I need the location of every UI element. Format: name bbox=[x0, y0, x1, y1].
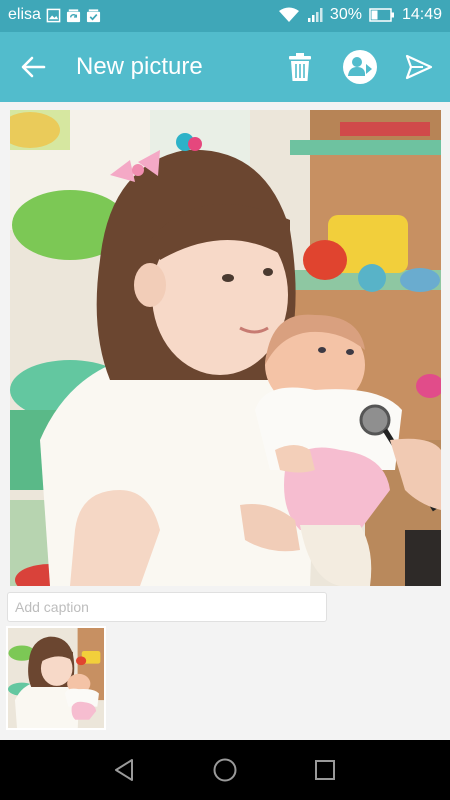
checkbox-icon bbox=[86, 8, 100, 22]
nav-back-button[interactable] bbox=[110, 756, 140, 784]
battery-percent: 30% bbox=[329, 6, 362, 23]
nav-home-icon[interactable] bbox=[212, 757, 238, 783]
status-right: 30% 14:49 bbox=[278, 6, 442, 24]
back-button[interactable] bbox=[18, 53, 48, 81]
trash-icon[interactable] bbox=[287, 52, 313, 82]
nav-recent-icon[interactable] bbox=[312, 757, 338, 783]
wifi-icon bbox=[278, 7, 299, 22]
status-left: elisa bbox=[8, 6, 101, 24]
add-contact-button[interactable] bbox=[340, 47, 380, 87]
thumbnail-image[interactable] bbox=[8, 628, 106, 730]
navigation-bar bbox=[0, 740, 450, 800]
nav-home-button[interactable] bbox=[210, 756, 240, 784]
content-area bbox=[0, 102, 450, 740]
nav-back-icon[interactable] bbox=[112, 757, 138, 783]
photo-thumbnail[interactable] bbox=[6, 626, 106, 730]
photo-preview bbox=[10, 110, 441, 586]
delete-button[interactable] bbox=[280, 47, 320, 87]
app-bar: New picture bbox=[0, 32, 450, 102]
photo-image bbox=[10, 110, 441, 586]
carrier-label: elisa bbox=[8, 6, 41, 23]
nav-recent-button[interactable] bbox=[310, 756, 340, 784]
page-title: New picture bbox=[76, 53, 203, 80]
send-icon[interactable] bbox=[405, 54, 433, 80]
back-arrow-icon[interactable] bbox=[18, 53, 48, 81]
send-button[interactable] bbox=[399, 47, 439, 87]
image-icon bbox=[46, 8, 61, 22]
clock: 14:49 bbox=[401, 6, 442, 23]
add-contact-icon[interactable] bbox=[342, 49, 378, 85]
sync-icon bbox=[66, 8, 80, 22]
caption-input[interactable] bbox=[7, 592, 327, 622]
battery-icon bbox=[369, 8, 394, 22]
signal-icon bbox=[307, 8, 323, 22]
status-bar: elisa 30% 14:49 bbox=[0, 0, 450, 32]
